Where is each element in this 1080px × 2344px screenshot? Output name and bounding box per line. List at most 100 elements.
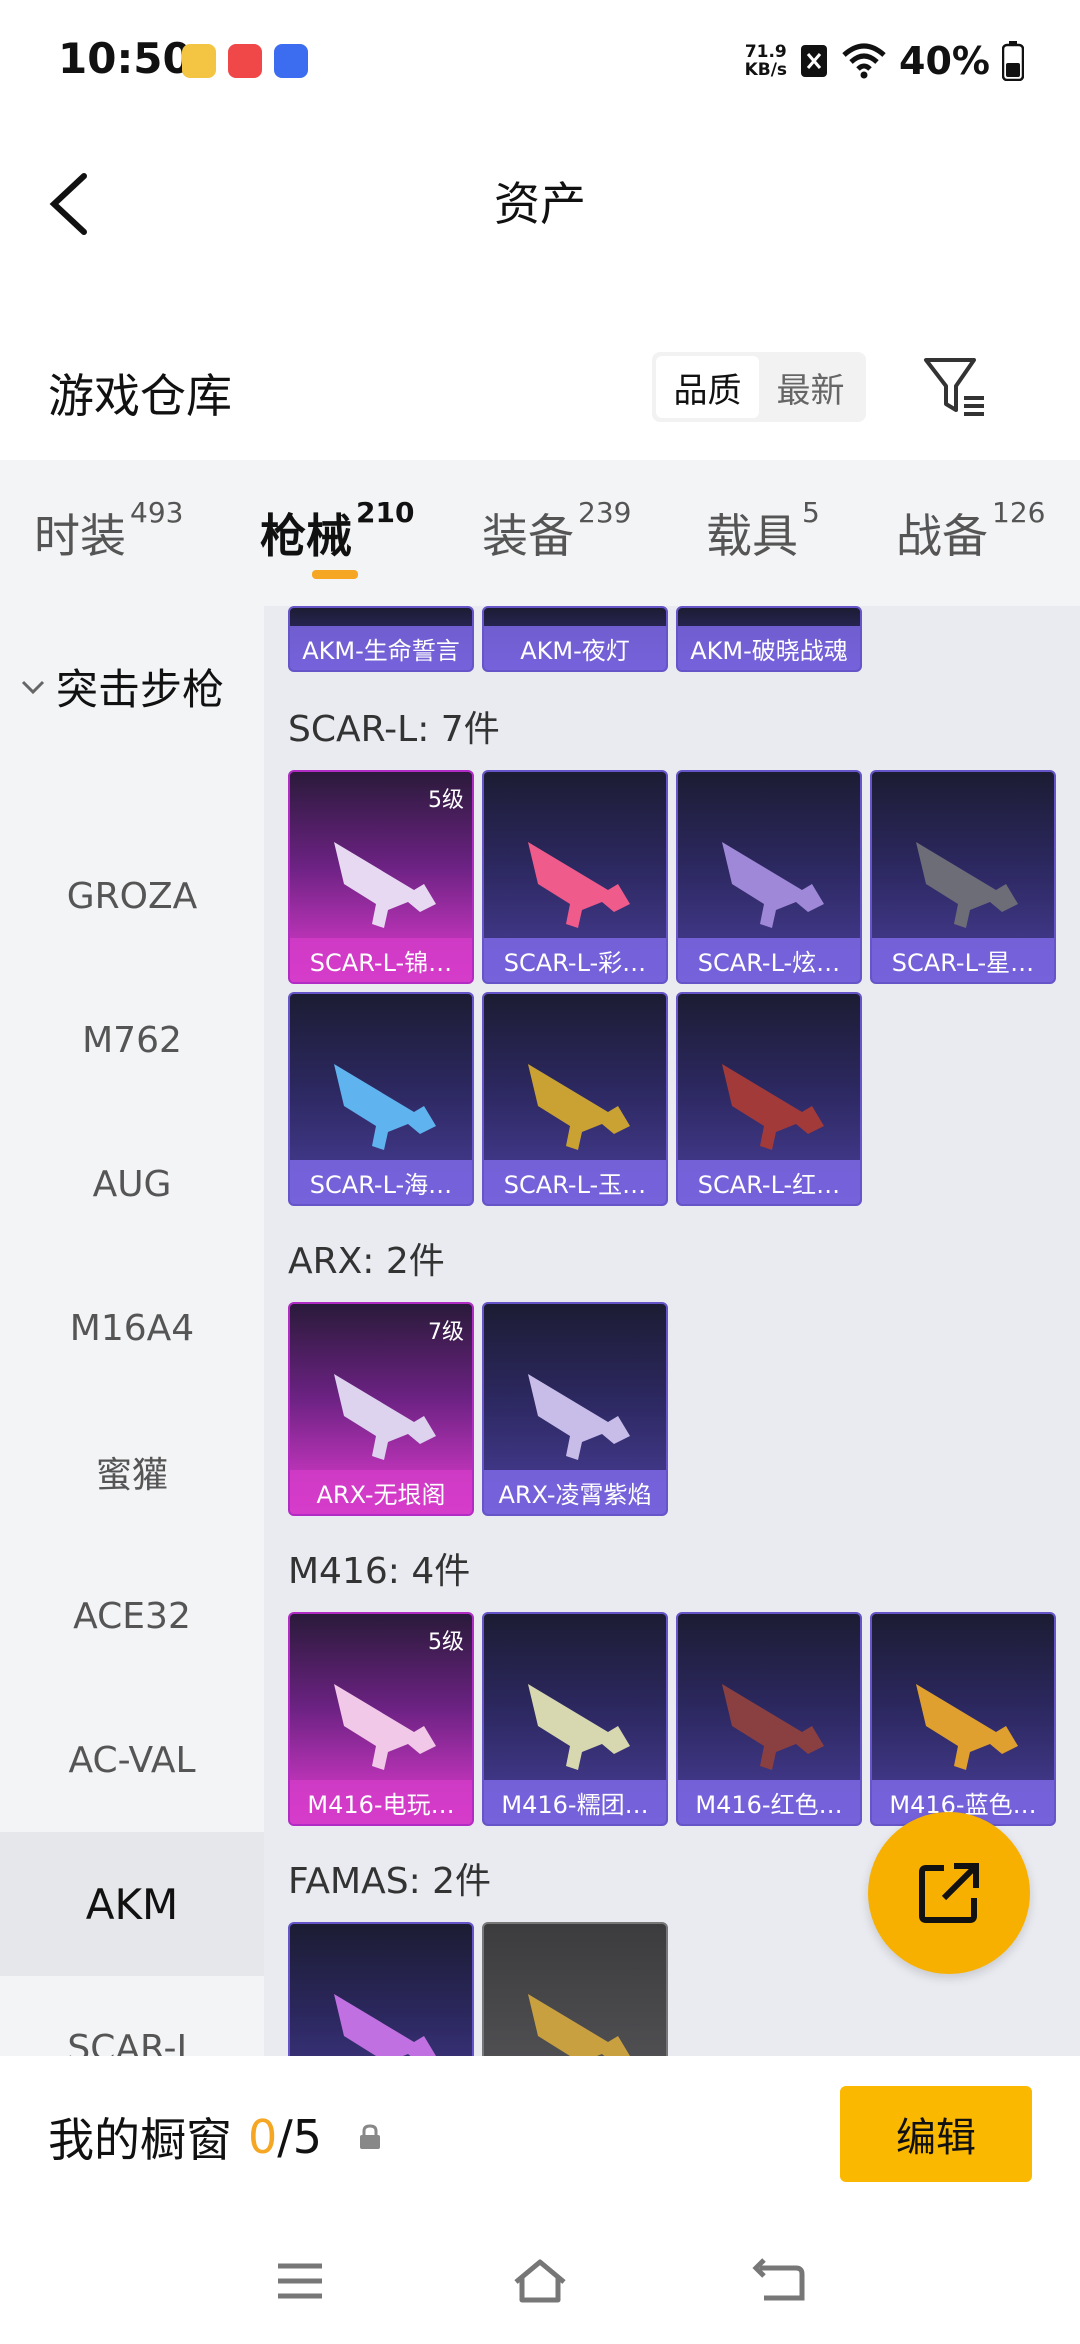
- card-name: SCAR-L-红…: [678, 1160, 860, 1204]
- showcase-info: 我的橱窗 0/5: [48, 2104, 384, 2170]
- back-nav-icon[interactable]: [750, 2256, 810, 2306]
- weapon-card[interactable]: 5级 M416-电玩…: [288, 1612, 474, 1826]
- weapon-card[interactable]: SCAR-L-海…: [288, 992, 474, 1206]
- tab-label: 时装: [34, 509, 126, 563]
- sidebar-group-assault-rifle[interactable]: 突击步枪: [20, 656, 224, 717]
- section-title-famas: FAMAS: 2件: [288, 1861, 492, 1902]
- warehouse-header: 游戏仓库 品质 最新: [0, 340, 1080, 460]
- card-name: M416-糯团…: [484, 1780, 666, 1824]
- weapon-card[interactable]: AKM-夜灯: [482, 606, 668, 672]
- showcase-current: 0: [248, 2110, 278, 2164]
- sidebar-item-m16a4[interactable]: M16A4: [0, 1256, 264, 1400]
- weapon-card[interactable]: [482, 1922, 668, 2056]
- filter-icon[interactable]: [920, 352, 990, 422]
- weapon-card[interactable]: M416-糯团…: [482, 1612, 668, 1826]
- sidebar-item-akm[interactable]: AKM: [0, 1832, 264, 1976]
- vivo-app-icon: [274, 44, 308, 78]
- rifle-icon: [334, 1064, 436, 1150]
- system-nav-bar: [0, 2216, 1080, 2344]
- weapon-card[interactable]: SCAR-L-红…: [676, 992, 862, 1206]
- card-name: SCAR-L-炫…: [678, 938, 860, 982]
- card-name: M416-电玩…: [290, 1780, 472, 1824]
- rifle-icon: [528, 1374, 630, 1460]
- wifi-icon: [842, 43, 886, 79]
- weapon-card[interactable]: SCAR-L-炫…: [676, 770, 862, 984]
- menu-icon[interactable]: [270, 2256, 330, 2306]
- share-button[interactable]: [868, 1812, 1030, 1974]
- weapon-card[interactable]: SCAR-L-玉…: [482, 992, 668, 1206]
- sidebar-item-m762[interactable]: M762: [0, 968, 264, 1112]
- weapon-card[interactable]: 5级 SCAR-L-锦…: [288, 770, 474, 984]
- tab-label: 枪械: [260, 509, 352, 563]
- card-name: SCAR-L-彩…: [484, 938, 666, 982]
- tab-count: 239: [578, 496, 632, 529]
- weapon-card[interactable]: SCAR-L-星…: [870, 770, 1056, 984]
- level-badge: 5级: [428, 788, 464, 813]
- sort-quality-button[interactable]: 品质: [656, 356, 759, 418]
- share-external-icon: [919, 1863, 979, 1923]
- active-tab-indicator: [312, 570, 358, 579]
- card-name: SCAR-L-海…: [290, 1160, 472, 1204]
- sidebar-item-ace32[interactable]: ACE32: [0, 1544, 264, 1688]
- tab-label: 载具: [706, 509, 798, 563]
- sidebar-item-groza[interactable]: GROZA: [0, 824, 264, 968]
- sidebar-group-label: 突击步枪: [56, 665, 225, 714]
- section-title-scar-l: SCAR-L: 7件: [288, 709, 500, 750]
- rifle-icon: [528, 842, 630, 928]
- sort-toggle: 品质 最新: [652, 352, 866, 422]
- chevron-down-icon: [21, 680, 45, 694]
- showcase-count: 0/5: [248, 2110, 322, 2164]
- showcase-label: 我的橱窗: [48, 2113, 232, 2167]
- no-sim-icon: [801, 45, 828, 77]
- rifle-icon: [528, 1994, 630, 2056]
- tab-equipment[interactable]: 装备 239: [482, 496, 631, 566]
- weapon-card[interactable]: [288, 1922, 474, 2056]
- category-tabs: 时装 493 枪械 210 装备 239 载具 5 战备 126: [0, 460, 1080, 606]
- net-speed-unit: KB/s: [744, 60, 788, 80]
- showcase-total: /5: [277, 2110, 323, 2164]
- rifle-icon: [722, 1684, 824, 1770]
- weapon-card[interactable]: SCAR-L-彩…: [482, 770, 668, 984]
- card-name: M416-红色…: [678, 1780, 860, 1824]
- tab-fashion[interactable]: 时装 493: [34, 496, 183, 566]
- weapon-card[interactable]: AKM-破晓战魂: [676, 606, 862, 672]
- tab-count: 493: [130, 496, 184, 529]
- tab-label: 战备: [896, 509, 988, 563]
- weapon-card[interactable]: M416-蓝色…: [870, 1612, 1056, 1826]
- rifle-icon: [334, 1994, 436, 2056]
- edit-button[interactable]: 编辑: [840, 2086, 1032, 2182]
- rifle-icon: [334, 1374, 436, 1460]
- weapon-type-sidebar: 突击步枪 GROZA M762 AUG M16A4 蜜獾 ACE32 AC-VA…: [0, 606, 264, 2069]
- home-icon[interactable]: [510, 2256, 570, 2306]
- sidebar-item-ac-val[interactable]: AC-VAL: [0, 1688, 264, 1832]
- rifle-icon: [528, 1684, 630, 1770]
- weapon-card[interactable]: M416-红色…: [676, 1612, 862, 1826]
- tab-weapons[interactable]: 枪械 210: [260, 496, 414, 566]
- rifle-icon: [334, 842, 436, 928]
- tab-supplies[interactable]: 战备 126: [896, 496, 1045, 566]
- weapon-card[interactable]: AKM-生命誓言: [288, 606, 474, 672]
- notification-app-icon: [182, 44, 216, 78]
- card-name: SCAR-L-星…: [872, 938, 1054, 982]
- tab-count: 126: [992, 496, 1046, 529]
- sidebar-item-aug[interactable]: AUG: [0, 1112, 264, 1256]
- battery-icon: [1002, 41, 1024, 81]
- section-title-arx: ARX: 2件: [288, 1241, 445, 1282]
- card-name: AKM-生命誓言: [290, 626, 472, 670]
- card-name: AKM-破晓战魂: [678, 626, 860, 670]
- level-badge: 5级: [428, 1630, 464, 1655]
- tab-count: 5: [802, 496, 820, 529]
- weapon-card[interactable]: 7级 ARX-无垠阁: [288, 1302, 474, 1516]
- rifle-icon: [528, 1064, 630, 1150]
- rifle-icon: [916, 1684, 1018, 1770]
- tab-label: 装备: [482, 509, 574, 563]
- sort-newest-button[interactable]: 最新: [759, 356, 862, 418]
- weapon-card[interactable]: ARX-凌霄紫焰: [482, 1302, 668, 1516]
- level-badge: 7级: [428, 1320, 464, 1345]
- tab-vehicles[interactable]: 载具 5: [706, 496, 820, 566]
- warehouse-title: 游戏仓库: [48, 369, 232, 423]
- sidebar-item-honey-badger[interactable]: 蜜獾: [0, 1400, 264, 1544]
- card-name: ARX-无垠阁: [290, 1470, 472, 1514]
- card-name: SCAR-L-锦…: [290, 938, 472, 982]
- lock-icon: [360, 2124, 381, 2149]
